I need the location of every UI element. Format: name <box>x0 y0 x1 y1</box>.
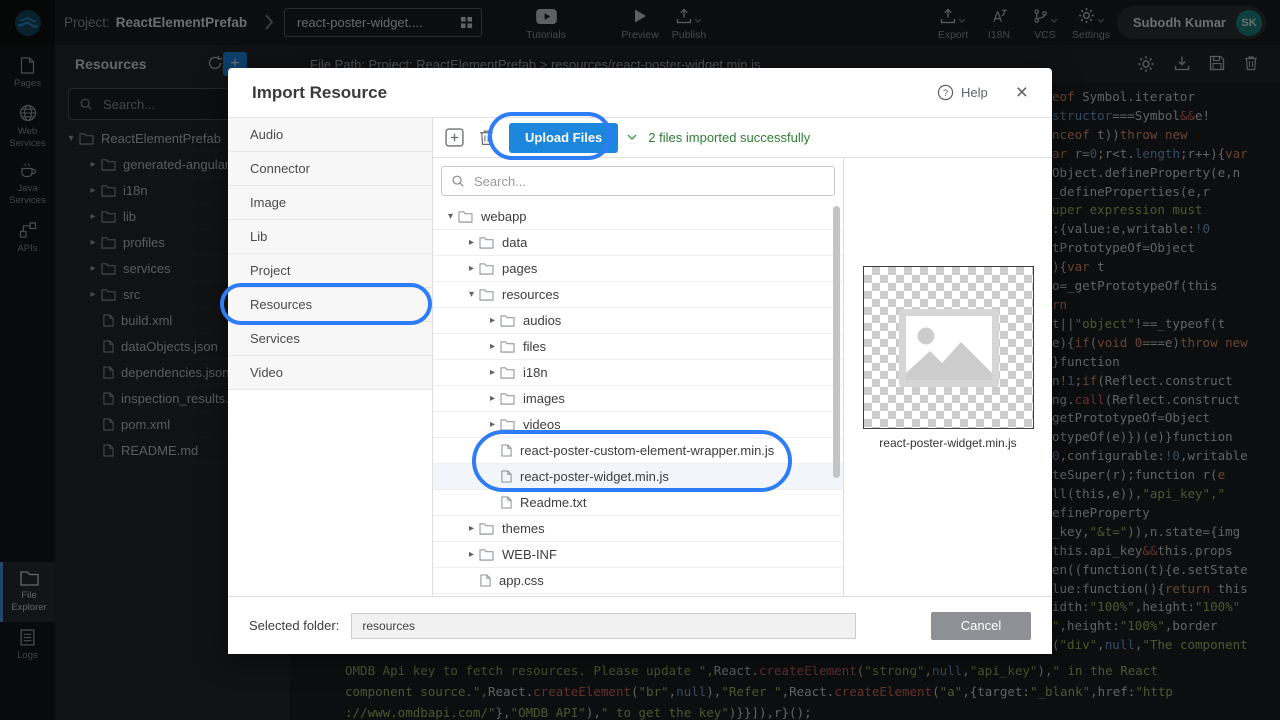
tree-item-label: Readme.txt <box>520 495 586 510</box>
help-label: Help <box>961 85 988 100</box>
resource-type-audio[interactable]: Audio <box>228 118 432 152</box>
close-icon[interactable]: × <box>1016 82 1028 103</box>
tree-row[interactable]: ▸ WEB-INF <box>433 542 843 568</box>
chevron-down-icon[interactable]: ▾ <box>464 289 479 300</box>
tree-item-label: videos <box>523 417 561 432</box>
file-icon <box>501 496 512 509</box>
chevron-right-icon[interactable]: ▸ <box>464 263 479 274</box>
chevron-right-icon[interactable]: ▸ <box>485 341 500 352</box>
image-placeholder-icon <box>899 309 999 387</box>
new-folder-icon[interactable] <box>445 128 464 147</box>
import-success-message: 2 files imported successfully <box>648 130 810 145</box>
resource-type-video[interactable]: Video <box>228 356 432 390</box>
folder-icon <box>479 288 494 301</box>
file-icon <box>501 444 512 457</box>
cancel-button[interactable]: Cancel <box>931 612 1031 640</box>
tree-item-label: pages <box>502 261 537 276</box>
chevron-right-icon[interactable]: ▸ <box>464 523 479 534</box>
tree-item-label: react-poster-widget.min.js <box>520 469 669 484</box>
upload-files-button[interactable]: Upload Files <box>509 123 618 153</box>
folder-icon <box>500 418 515 431</box>
file-browser: ▾ webapp ▸ data ▸ pages ▾ resources ▸ audios ▸ file… <box>433 158 843 596</box>
tree-item-label: WEB-INF <box>502 547 557 562</box>
folder-icon <box>500 340 515 353</box>
resource-type-image[interactable]: Image <box>228 186 432 220</box>
folder-icon <box>479 262 494 275</box>
folder-icon <box>479 522 494 535</box>
file-icon <box>501 470 512 483</box>
dialog-body: AudioConnectorImageLibProjectResourcesSe… <box>228 118 1052 596</box>
file-icon <box>480 574 491 587</box>
folder-icon <box>458 210 473 223</box>
tree-item-label: images <box>523 391 565 406</box>
tree-row[interactable]: Readme.txt <box>433 490 843 516</box>
chevron-right-icon[interactable]: ▸ <box>464 549 479 560</box>
resource-type-connector[interactable]: Connector <box>228 152 432 186</box>
resource-type-nav: AudioConnectorImageLibProjectResourcesSe… <box>228 118 433 596</box>
svg-text:?: ? <box>943 88 948 99</box>
resource-type-project[interactable]: Project <box>228 254 432 288</box>
tree-row[interactable]: ▸ files <box>433 334 843 360</box>
tree-row[interactable]: ▸ pages <box>433 256 843 282</box>
tree-row[interactable]: react-poster-widget.min.js <box>433 464 843 490</box>
tree-row[interactable]: ▸ data <box>433 230 843 256</box>
image-preview <box>863 266 1034 429</box>
chevron-right-icon[interactable]: ▸ <box>485 419 500 430</box>
tree-item-label: react-poster-custom-element-wrapper.min.… <box>520 443 774 458</box>
tree-item-label: audios <box>523 313 561 328</box>
folder-icon <box>500 392 515 405</box>
folder-icon <box>500 366 515 379</box>
tree-row[interactable]: app.css <box>433 568 843 594</box>
tree-item-label: data <box>502 235 527 250</box>
selected-folder-label: Selected folder: <box>249 618 339 633</box>
tree-item-label: i18n <box>523 365 548 380</box>
modal-search[interactable] <box>441 166 835 196</box>
tree-item-label: themes <box>502 521 545 536</box>
dialog-footer: Selected folder: Cancel <box>228 596 1052 654</box>
trash-icon[interactable] <box>479 129 494 146</box>
modal-search-input[interactable] <box>472 173 825 190</box>
tree-item-label: resources <box>502 287 559 302</box>
chevron-right-icon[interactable]: ▸ <box>485 315 500 326</box>
tree-row[interactable]: react-poster-custom-element-wrapper.min.… <box>433 438 843 464</box>
resource-type-resources[interactable]: Resources <box>228 288 432 322</box>
tree-row[interactable]: ▸ videos <box>433 412 843 438</box>
tree-item-label: webapp <box>481 209 527 224</box>
help-button[interactable]: ? Help <box>937 84 988 101</box>
tree-row[interactable]: ▸ i18n <box>433 360 843 386</box>
app-window: Project: ReactElementPrefab react-poster… <box>0 0 1280 720</box>
resource-type-services[interactable]: Services <box>228 322 432 356</box>
tree-row[interactable]: ▸ images <box>433 386 843 412</box>
import-resource-dialog: Import Resource ? Help × AudioConnectorI… <box>228 68 1052 654</box>
tree-item-label: app.css <box>499 573 544 588</box>
chevron-down-icon[interactable]: ▾ <box>443 211 458 222</box>
dialog-header: Import Resource ? Help × <box>228 68 1052 118</box>
help-icon: ? <box>937 84 954 101</box>
folder-icon <box>479 548 494 561</box>
folder-icon <box>500 314 515 327</box>
resource-type-lib[interactable]: Lib <box>228 220 432 254</box>
chevron-down-icon[interactable] <box>627 134 637 141</box>
preview-caption: react-poster-widget.min.js <box>844 436 1052 450</box>
tree-item-label: files <box>523 339 546 354</box>
tree-row[interactable]: ▾ resources <box>433 282 843 308</box>
preview-pane: react-poster-widget.min.js <box>843 158 1052 596</box>
search-icon <box>451 174 465 188</box>
chevron-right-icon[interactable]: ▸ <box>464 237 479 248</box>
chevron-right-icon[interactable]: ▸ <box>485 393 500 404</box>
dialog-toolbar: Upload Files 2 files imported successful… <box>433 118 1052 158</box>
tree-row[interactable]: ▸ audios <box>433 308 843 334</box>
chevron-right-icon[interactable]: ▸ <box>485 367 500 378</box>
tree-row[interactable]: ▸ themes <box>433 516 843 542</box>
dialog-title: Import Resource <box>252 83 387 103</box>
folder-icon <box>479 236 494 249</box>
selected-folder-input[interactable] <box>351 613 856 639</box>
modal-file-tree: ▾ webapp ▸ data ▸ pages ▾ resources ▸ audios ▸ file… <box>433 204 843 594</box>
scrollbar-thumb[interactable] <box>833 206 840 478</box>
tree-row[interactable]: ▾ webapp <box>433 204 843 230</box>
